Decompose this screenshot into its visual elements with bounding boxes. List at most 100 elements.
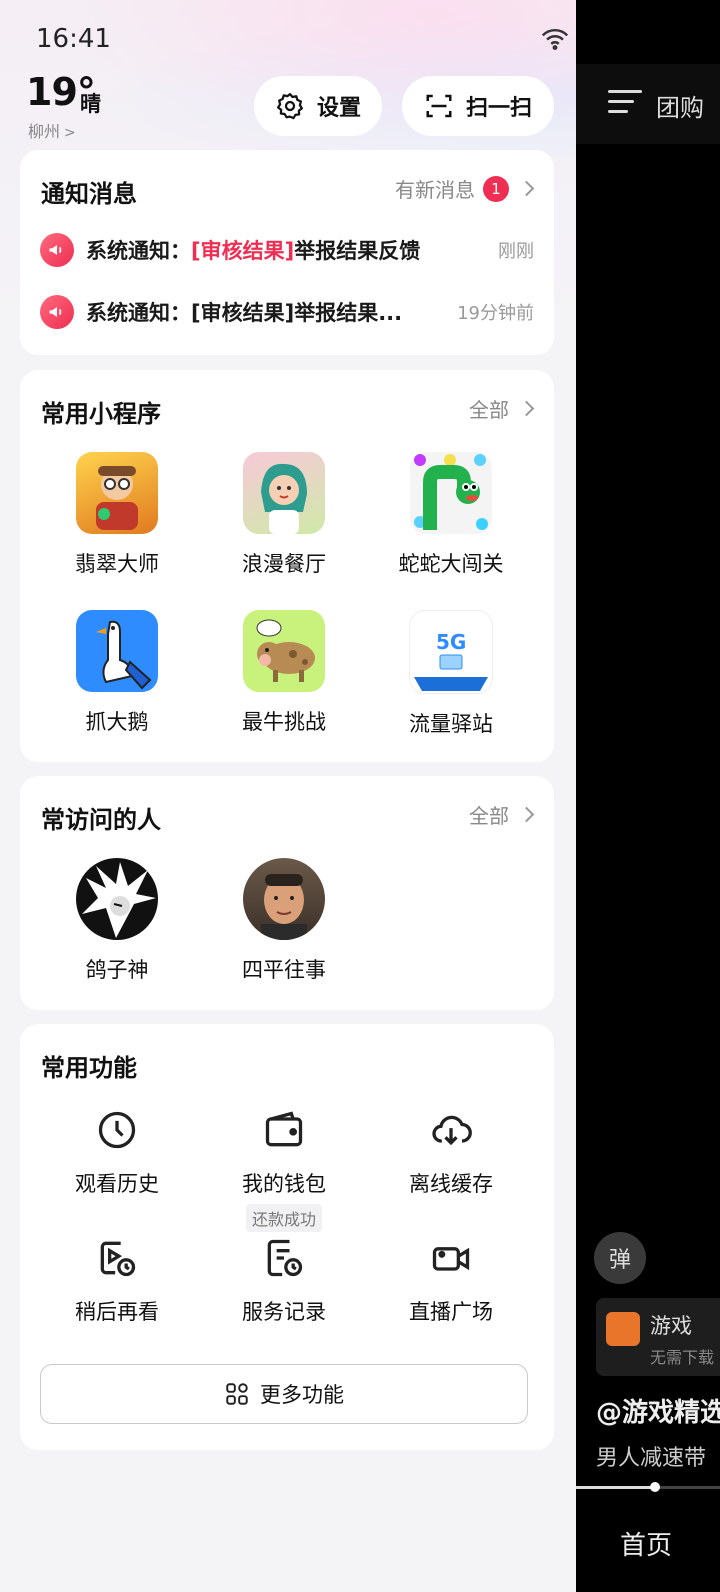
mini-program-data-station[interactable]: 5G 流量驿站 xyxy=(371,610,531,738)
danmu-toggle-button[interactable]: 弹 xyxy=(594,1232,646,1284)
scan-label: 扫一扫 xyxy=(465,96,532,121)
avatar xyxy=(243,858,325,940)
common-functions-title: 常用功能 xyxy=(41,1054,137,1082)
mini-programs-title: 常用小程序 xyxy=(41,400,161,428)
function-label: 直播广场 xyxy=(409,1300,493,1324)
mini-program-label: 最牛挑战 xyxy=(242,710,326,734)
cloud-download-icon xyxy=(432,1115,472,1146)
wallet-icon xyxy=(265,1111,303,1147)
mini-program-romantic-restaurant[interactable]: 浪漫餐厅 xyxy=(204,452,364,578)
romantic-restaurant-game-icon xyxy=(243,452,325,534)
notification-prefix: 系统通知： xyxy=(86,239,191,263)
game-card-sub: 无需下载 xyxy=(650,1348,715,1367)
weather-condition[interactable]: 晴 xyxy=(80,88,101,118)
notifications-card: 通知消息 有新消息 1 系统通知：[审核结果]举报结果反馈 刚刚 系统通知：[审… xyxy=(20,150,554,355)
frequent-person[interactable]: 四平往事 xyxy=(204,858,364,984)
menu-icon[interactable] xyxy=(608,90,642,120)
mini-program-label: 流量驿站 xyxy=(409,712,493,736)
mini-program-label: 抓大鹅 xyxy=(85,710,149,734)
mini-program-jade-master[interactable]: 翡翠大师 xyxy=(37,452,197,578)
frequent-people-card: 常访问的人 全部 鸽子神 四平往事 xyxy=(20,776,554,1010)
weather-city-label: 柳州 xyxy=(28,122,61,141)
video-description: 男人减速带 xyxy=(596,1446,707,1471)
video-author[interactable]: @游戏精选 xyxy=(596,1392,720,1429)
function-label: 服务记录 xyxy=(242,1300,326,1324)
settings-label: 设置 xyxy=(316,96,361,121)
background-video-feed: 团购 弹 游戏 无需下载 @游戏精选 男人减速带 首页 xyxy=(576,0,720,1592)
video-progress-bar[interactable] xyxy=(576,1482,720,1492)
megaphone-icon xyxy=(40,295,74,329)
scan-icon xyxy=(426,94,452,118)
status-time: 16:41 xyxy=(36,24,111,54)
frequent-people-more-label: 全部 xyxy=(469,804,509,828)
nav-home[interactable]: 首页 xyxy=(620,1525,672,1562)
wifi-icon xyxy=(541,28,569,50)
video-progress-handle[interactable] xyxy=(650,1482,661,1492)
notification-text: 系统通知：[审核结果]举报结果反馈 xyxy=(86,235,486,265)
frequent-people-more[interactable]: 全部 xyxy=(469,800,535,829)
function-service-record[interactable]: 服务记录 xyxy=(204,1236,364,1326)
function-label: 离线缓存 xyxy=(409,1172,493,1196)
mini-program-label: 浪漫餐厅 xyxy=(242,552,326,576)
chevron-right-icon xyxy=(518,180,535,197)
settings-button[interactable]: 设置 xyxy=(254,76,382,136)
game-card[interactable]: 游戏 无需下载 xyxy=(596,1298,720,1376)
mini-programs-card: 常用小程序 全部 翡翠大师 浪漫餐厅 蛇蛇大闯关 抓大鹅 最牛挑战 5G 流量驿… xyxy=(20,370,554,762)
scan-button[interactable]: 扫一扫 xyxy=(402,76,554,136)
mini-programs-more[interactable]: 全部 xyxy=(469,394,535,423)
notifications-title: 通知消息 xyxy=(41,180,137,208)
svg-text:5G: 5G xyxy=(436,630,466,654)
notification-time: 刚刚 xyxy=(498,241,534,262)
more-functions-label: 更多功能 xyxy=(260,1383,344,1407)
notification-prefix: 系统通知： xyxy=(86,301,191,325)
watch-later-icon xyxy=(100,1241,136,1277)
notification-item[interactable]: 系统通知：[审核结果]举报结果... 19分钟前 xyxy=(40,292,534,332)
weather-city[interactable]: 柳州 > xyxy=(28,118,76,142)
function-live-square[interactable]: 直播广场 xyxy=(371,1236,531,1326)
function-wallet[interactable]: 我的钱包 还款成功 xyxy=(204,1108,364,1232)
mini-program-label: 翡翠大师 xyxy=(75,552,159,576)
live-camera-icon xyxy=(432,1247,470,1271)
chevron-right-icon xyxy=(518,400,535,417)
feed-tab-group-buy[interactable]: 团购 xyxy=(656,88,704,123)
gamepad-icon xyxy=(606,1312,640,1346)
notification-highlight: [审核结果] xyxy=(191,239,295,263)
frequent-person[interactable]: 鸽子神 xyxy=(37,858,197,984)
jade-master-game-icon xyxy=(76,452,158,534)
gear-icon xyxy=(276,93,303,120)
unread-badge: 1 xyxy=(483,175,509,202)
function-label: 我的钱包 xyxy=(242,1172,326,1196)
avatar xyxy=(76,858,158,940)
mini-program-snake[interactable]: 蛇蛇大闯关 xyxy=(371,452,531,578)
common-functions-card: 常用功能 观看历史 我的钱包 还款成功 离线缓存 稍后再看 服务记录 直播广场 xyxy=(20,1024,554,1450)
notification-suffix: 举报结果... xyxy=(294,301,403,325)
notifications-more[interactable]: 有新消息 1 xyxy=(395,174,535,203)
service-record-icon xyxy=(267,1239,303,1277)
function-label: 观看历史 xyxy=(75,1172,159,1196)
mini-program-cow-challenge[interactable]: 最牛挑战 xyxy=(204,610,364,736)
frequent-people-title: 常访问的人 xyxy=(41,806,161,834)
mini-program-label: 蛇蛇大闯关 xyxy=(398,552,504,576)
notification-text: 系统通知：[审核结果]举报结果... xyxy=(86,297,445,327)
notification-suffix: 举报结果反馈 xyxy=(294,239,421,263)
chevron-right-icon xyxy=(518,806,535,823)
mini-program-catch-goose[interactable]: 抓大鹅 xyxy=(37,610,197,736)
game-card-label: 游戏 xyxy=(650,1314,692,1338)
megaphone-icon xyxy=(40,233,74,267)
function-offline-cache[interactable]: 离线缓存 xyxy=(371,1108,531,1198)
person-name: 四平往事 xyxy=(242,958,326,982)
notification-item[interactable]: 系统通知：[审核结果]举报结果反馈 刚刚 xyxy=(40,230,534,270)
chevron-right-icon: > xyxy=(64,125,76,141)
data-station-5g-icon: 5G xyxy=(409,610,493,694)
function-watch-history[interactable]: 观看历史 xyxy=(37,1108,197,1198)
clock-icon xyxy=(98,1111,136,1149)
function-watch-later[interactable]: 稍后再看 xyxy=(37,1236,197,1326)
snake-game-icon xyxy=(410,452,492,534)
wallet-status-badge: 还款成功 xyxy=(245,1204,322,1232)
cow-challenge-game-icon xyxy=(243,610,325,692)
more-functions-button[interactable]: 更多功能 xyxy=(40,1364,528,1424)
notification-highlight: [审核结果] xyxy=(191,301,295,325)
notifications-more-label: 有新消息 xyxy=(395,178,475,202)
catch-goose-game-icon xyxy=(76,610,158,692)
video-progress-fill xyxy=(576,1486,656,1489)
